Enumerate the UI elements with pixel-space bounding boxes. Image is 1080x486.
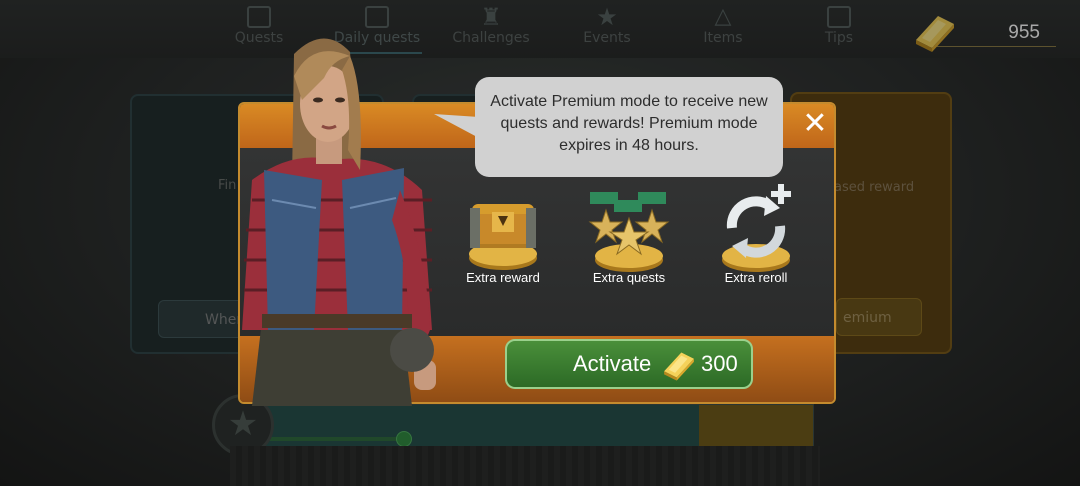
feature-extra-quests: Extra quests [592,270,666,285]
gold-ingot-icon [664,352,694,381]
character-portrait [242,38,436,406]
stars-icon [588,192,670,272]
feature-extra-reward: Extra reward [466,270,540,285]
speech-bubble: Activate Premium mode to receive new que… [475,77,783,177]
chest-icon [469,204,537,270]
reroll-icon [722,184,791,272]
close-button[interactable]: ✕ [798,108,832,142]
activate-cost: 300 [701,351,738,376]
activate-button[interactable]: Activate 300 [505,339,753,389]
feature-extra-reroll: Extra reroll [724,270,788,285]
close-icon: ✕ [802,106,828,141]
activate-label: Activate [573,351,652,376]
